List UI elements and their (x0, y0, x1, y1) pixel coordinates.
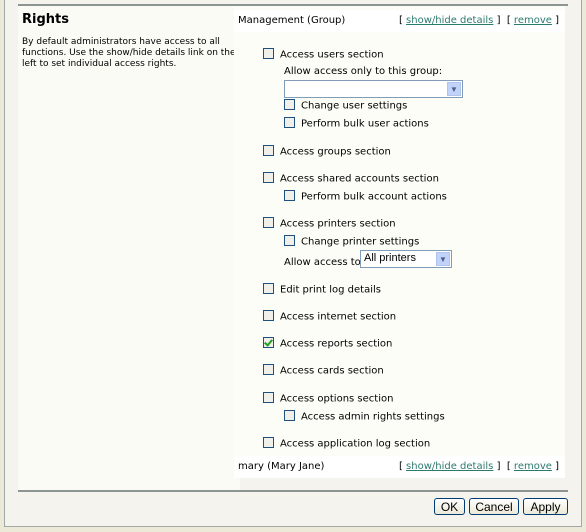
bottom-divider (18, 490, 568, 492)
checkbox[interactable] (263, 437, 274, 448)
entry-header-mary: mary (Mary Jane) [ show/hide details ] [… (234, 456, 565, 478)
printer-access-select[interactable]: All printers ▼ (360, 250, 452, 268)
rights-title: Rights (22, 12, 69, 27)
apply-button[interactable]: Apply (523, 498, 568, 515)
perm-users[interactable]: Access users section (263, 48, 384, 61)
checkbox[interactable] (284, 190, 295, 201)
perm-bulk-account-actions[interactable]: Perform bulk account actions (284, 190, 447, 203)
perm-edit-print-log[interactable]: Edit print log details (263, 283, 381, 296)
checkbox[interactable] (263, 310, 274, 321)
show-hide-details-link[interactable]: show/hide details (406, 461, 493, 472)
perm-change-user-settings[interactable]: Change user settings (284, 99, 407, 112)
entry-header-management: Management (Group) [ show/hide details ]… (234, 10, 565, 32)
group-select[interactable]: ▼ (284, 80, 463, 98)
checkbox[interactable] (263, 364, 274, 375)
perm-reports[interactable]: Access reports section (263, 337, 392, 350)
checkbox[interactable] (284, 235, 295, 246)
ok-button[interactable]: OK (434, 498, 465, 515)
perm-groups[interactable]: Access groups section (263, 145, 391, 158)
entry-name: Management (Group) (238, 15, 346, 26)
checkbox[interactable] (284, 99, 295, 110)
perm-options[interactable]: Access options section (263, 392, 393, 405)
checkbox[interactable] (263, 172, 274, 183)
perm-app-log[interactable]: Access application log section (263, 437, 430, 450)
show-hide-details-link[interactable]: show/hide details (406, 15, 493, 26)
rights-description: By default administrators have access to… (22, 37, 236, 69)
group-only-label: Allow access only to this group: (284, 66, 443, 77)
perm-internet[interactable]: Access internet section (263, 310, 396, 323)
perm-shared-accounts[interactable]: Access shared accounts section (263, 172, 439, 185)
checkbox[interactable] (263, 217, 274, 228)
perm-bulk-user-actions[interactable]: Perform bulk user actions (284, 117, 429, 130)
chevron-down-icon[interactable]: ▼ (436, 252, 450, 266)
allow-access-to-label: Allow access to: (284, 257, 365, 268)
checkbox[interactable] (263, 48, 274, 59)
perm-printers[interactable]: Access printers section (263, 217, 396, 230)
remove-link[interactable]: remove (514, 461, 552, 472)
cancel-button[interactable]: Cancel (469, 498, 519, 515)
checkbox[interactable] (263, 283, 274, 294)
checkbox[interactable] (284, 117, 295, 128)
perm-admin-rights[interactable]: Access admin rights settings (284, 410, 445, 423)
perm-cards[interactable]: Access cards section (263, 364, 384, 377)
perm-change-printer-settings[interactable]: Change printer settings (284, 235, 419, 248)
remove-link[interactable]: remove (514, 15, 552, 26)
entry-name: mary (Mary Jane) (238, 461, 325, 472)
checkbox-checked[interactable] (263, 337, 274, 348)
rights-info-panel: Rights By default administrators have ac… (18, 6, 240, 490)
checkbox[interactable] (263, 145, 274, 156)
chevron-down-icon[interactable]: ▼ (447, 82, 461, 96)
checkbox[interactable] (284, 410, 295, 421)
checkbox[interactable] (263, 392, 274, 403)
